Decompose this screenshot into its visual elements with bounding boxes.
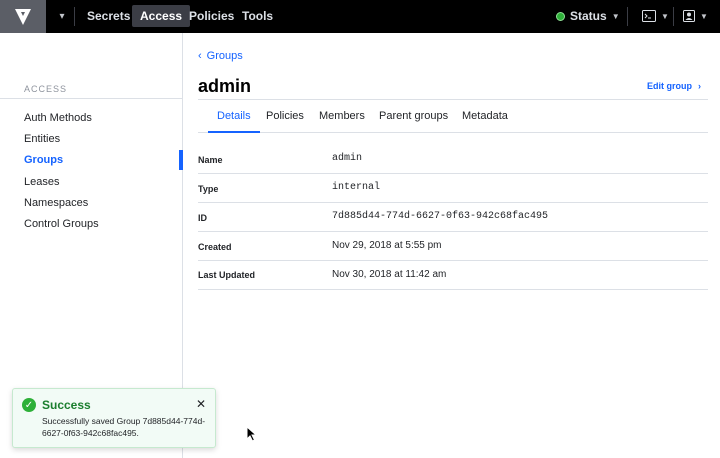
sidebar-item-leases[interactable]: Leases	[24, 176, 59, 188]
status-dot-icon	[556, 11, 565, 21]
user-icon	[683, 10, 695, 22]
mouse-cursor-icon	[246, 426, 258, 442]
breadcrumb-groups-link[interactable]: Groups	[207, 50, 243, 62]
top-nav: ▾ Secrets Access Policies Tools Status ▼…	[0, 0, 720, 33]
nav-item-secrets[interactable]: Secrets	[79, 5, 138, 27]
toast-message: Successfully saved Group 7d885d44-774d-6…	[42, 416, 206, 438]
sidebar-item-entities[interactable]: Entities	[24, 133, 60, 145]
sidebar-active-indicator	[179, 150, 183, 170]
edit-group-link[interactable]: Edit group ›	[647, 81, 701, 91]
detail-label: Type	[198, 184, 219, 194]
success-toast: ✓ Success Successfully saved Group 7d885…	[12, 388, 216, 448]
tab-bar: Details Policies Members Parent groups M…	[198, 100, 708, 133]
tab-metadata[interactable]: Metadata	[462, 100, 508, 133]
detail-row-type: Type internal	[198, 174, 708, 203]
terminal-icon	[642, 10, 656, 22]
detail-label: Name	[198, 155, 223, 165]
detail-row-created: Created Nov 29, 2018 at 5:55 pm	[198, 232, 708, 261]
breadcrumb[interactable]: ‹ Groups	[198, 50, 243, 62]
nav-item-tools[interactable]: Tools	[234, 5, 281, 27]
chevron-down-icon: ▼	[700, 11, 708, 21]
chevron-down-icon: ▼	[611, 11, 620, 21]
sidebar-item-groups[interactable]: Groups	[24, 154, 63, 166]
toast-title: Success	[42, 398, 91, 412]
detail-value: 7d885d44-774d-6627-0f63-942c68fac495	[332, 211, 549, 222]
tab-members[interactable]: Members	[319, 100, 365, 133]
detail-value: Nov 29, 2018 at 5:55 pm	[332, 240, 442, 251]
sidebar-item-control-groups[interactable]: Control Groups	[24, 218, 99, 230]
nav-divider	[74, 7, 75, 26]
page-title: admin	[198, 76, 252, 96]
chevron-down-icon: ▼	[661, 11, 669, 21]
status-menu[interactable]: Status ▼	[556, 5, 620, 27]
chevron-down-icon[interactable]: ▾	[55, 8, 69, 24]
tab-parent-groups[interactable]: Parent groups	[379, 100, 448, 133]
status-label: Status	[570, 9, 607, 23]
nav-divider	[673, 7, 674, 26]
close-icon[interactable]: ✕	[196, 397, 206, 411]
vault-logo-icon[interactable]	[0, 0, 46, 33]
sidebar-title: ACCESS	[24, 84, 68, 94]
detail-label: ID	[198, 213, 207, 223]
detail-value: admin	[332, 153, 363, 164]
detail-label: Last Updated	[198, 270, 256, 280]
console-button[interactable]: ▼	[642, 6, 669, 26]
detail-value: Nov 30, 2018 at 11:42 am	[332, 269, 447, 280]
detail-value: internal	[332, 182, 381, 193]
tab-details[interactable]: Details	[208, 100, 260, 133]
tab-policies[interactable]: Policies	[266, 100, 304, 133]
check-circle-icon: ✓	[22, 398, 36, 412]
detail-row-last-updated: Last Updated Nov 30, 2018 at 11:42 am	[198, 261, 708, 290]
nav-divider	[627, 7, 628, 26]
sidebar-item-namespaces[interactable]: Namespaces	[24, 197, 88, 209]
chevron-right-icon: ›	[698, 81, 701, 91]
user-menu-button[interactable]: ▼	[683, 6, 708, 26]
edit-group-label: Edit group	[647, 81, 692, 91]
sidebar-item-auth-methods[interactable]: Auth Methods	[24, 112, 92, 124]
chevron-left-icon: ‹	[198, 50, 202, 62]
detail-label: Created	[198, 242, 232, 252]
detail-row-name: Name admin	[198, 145, 708, 174]
sidebar-divider	[0, 98, 182, 99]
detail-row-id: ID 7d885d44-774d-6627-0f63-942c68fac495	[198, 203, 708, 232]
